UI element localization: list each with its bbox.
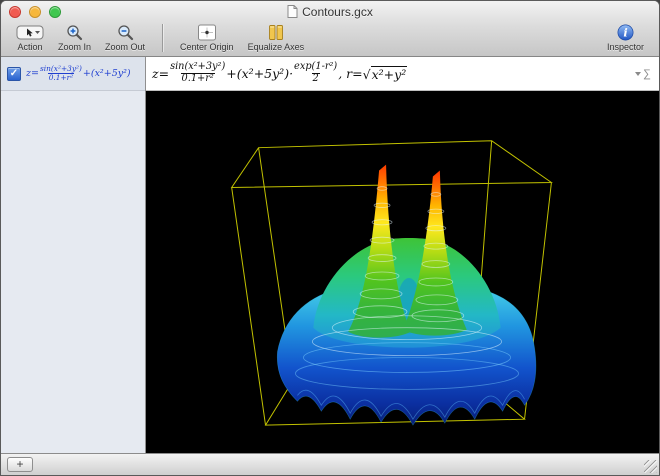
surface-plot bbox=[146, 91, 659, 453]
sidebar-equation: z= sin(x²+3y²) 0.1+r² +(x²+5y²) bbox=[26, 65, 131, 82]
center-origin-label: Center Origin bbox=[180, 42, 234, 52]
toolbar-separator bbox=[162, 24, 163, 52]
main-pane: z= sin(x²+3y²) 0.1+r² +(x²+5y²)· exp(1-r… bbox=[146, 57, 659, 453]
add-equation-button[interactable]: + bbox=[7, 457, 33, 472]
equalize-axes-icon bbox=[266, 23, 286, 42]
equalize-axes-button[interactable]: Equalize Axes bbox=[241, 23, 312, 52]
radical-sign: √ bbox=[363, 67, 371, 82]
inspector-label: Inspector bbox=[607, 42, 644, 52]
window-title: Contours.gcx bbox=[302, 5, 373, 19]
bottom-bar: + bbox=[1, 453, 659, 475]
resize-grip[interactable] bbox=[644, 460, 657, 473]
svg-text:i: i bbox=[623, 26, 627, 40]
checkmark-icon: ✓ bbox=[10, 69, 18, 79]
eq-lhs: z= bbox=[152, 66, 169, 81]
eq-frac1-den: 0.1+r² bbox=[181, 73, 215, 85]
summation-menu-button[interactable]: ∑ bbox=[635, 68, 651, 80]
action-icon bbox=[16, 23, 44, 42]
content-area: ✓ z= sin(x²+3y²) 0.1+r² +(x²+5y²) z= bbox=[1, 57, 659, 453]
eq-fraction-1: sin(x²+3y²) 0.1+r² bbox=[170, 62, 225, 84]
toolbar: Action Zoom In bbox=[1, 23, 659, 56]
zoom-in-button[interactable]: Zoom In bbox=[51, 23, 98, 52]
eq-frac2-num: exp(1-r²) bbox=[294, 62, 337, 73]
surface bbox=[277, 165, 536, 426]
sidebar-eq-fraction: sin(x²+3y²) 0.1+r² bbox=[40, 65, 82, 82]
eq-middle: +(x²+5y²)· bbox=[226, 66, 293, 81]
eq-sqrt: √ x²+y² bbox=[363, 66, 408, 82]
plot-canvas[interactable] bbox=[146, 91, 659, 453]
eq-r-def: , r= bbox=[338, 66, 362, 81]
window-header: Contours.gcx Action bbox=[1, 1, 659, 57]
action-label: Action bbox=[17, 42, 42, 52]
center-origin-button[interactable]: Center Origin bbox=[173, 23, 241, 52]
document-icon bbox=[287, 5, 298, 21]
zoom-out-button[interactable]: Zoom Out bbox=[98, 23, 152, 52]
inspector-button[interactable]: i Inspector bbox=[600, 23, 651, 52]
equation-checkbox[interactable]: ✓ bbox=[7, 67, 21, 81]
eq-frac2-den: 2 bbox=[312, 73, 320, 85]
sigma-icon: ∑ bbox=[643, 68, 651, 80]
zoom-in-label: Zoom In bbox=[58, 42, 91, 52]
sidebar-eq-lhs: z= bbox=[26, 68, 39, 79]
sidebar-eq-frac-num: sin(x²+3y²) bbox=[40, 65, 82, 73]
center-origin-icon bbox=[197, 23, 217, 42]
inspector-icon: i bbox=[617, 23, 634, 42]
equation-bar[interactable]: z= sin(x²+3y²) 0.1+r² +(x²+5y²)· exp(1-r… bbox=[146, 57, 659, 91]
window-title-area: Contours.gcx bbox=[1, 5, 659, 21]
eq-sqrt-arg: x²+y² bbox=[371, 66, 408, 82]
sidebar-eq-frac-den: 0.1+r² bbox=[48, 73, 75, 82]
chevron-down-icon bbox=[635, 72, 641, 76]
titlebar[interactable]: Contours.gcx bbox=[1, 1, 659, 23]
action-button[interactable]: Action bbox=[9, 23, 51, 52]
equation-list-empty-area[interactable] bbox=[1, 91, 145, 453]
sidebar-eq-tail: +(x²+5y²) bbox=[83, 68, 131, 79]
zoom-in-icon bbox=[66, 23, 83, 42]
equation-list-sidebar: ✓ z= sin(x²+3y²) 0.1+r² +(x²+5y²) bbox=[1, 57, 146, 453]
eq-frac1-num: sin(x²+3y²) bbox=[170, 62, 225, 73]
app-window: Contours.gcx Action bbox=[0, 0, 660, 476]
main-equation: z= sin(x²+3y²) 0.1+r² +(x²+5y²)· exp(1-r… bbox=[152, 62, 407, 84]
equation-list-item[interactable]: ✓ z= sin(x²+3y²) 0.1+r² +(x²+5y²) bbox=[1, 57, 145, 91]
zoom-out-label: Zoom Out bbox=[105, 42, 145, 52]
eq-fraction-2: exp(1-r²) 2 bbox=[294, 62, 337, 84]
equalize-axes-label: Equalize Axes bbox=[248, 42, 305, 52]
zoom-out-icon bbox=[117, 23, 134, 42]
